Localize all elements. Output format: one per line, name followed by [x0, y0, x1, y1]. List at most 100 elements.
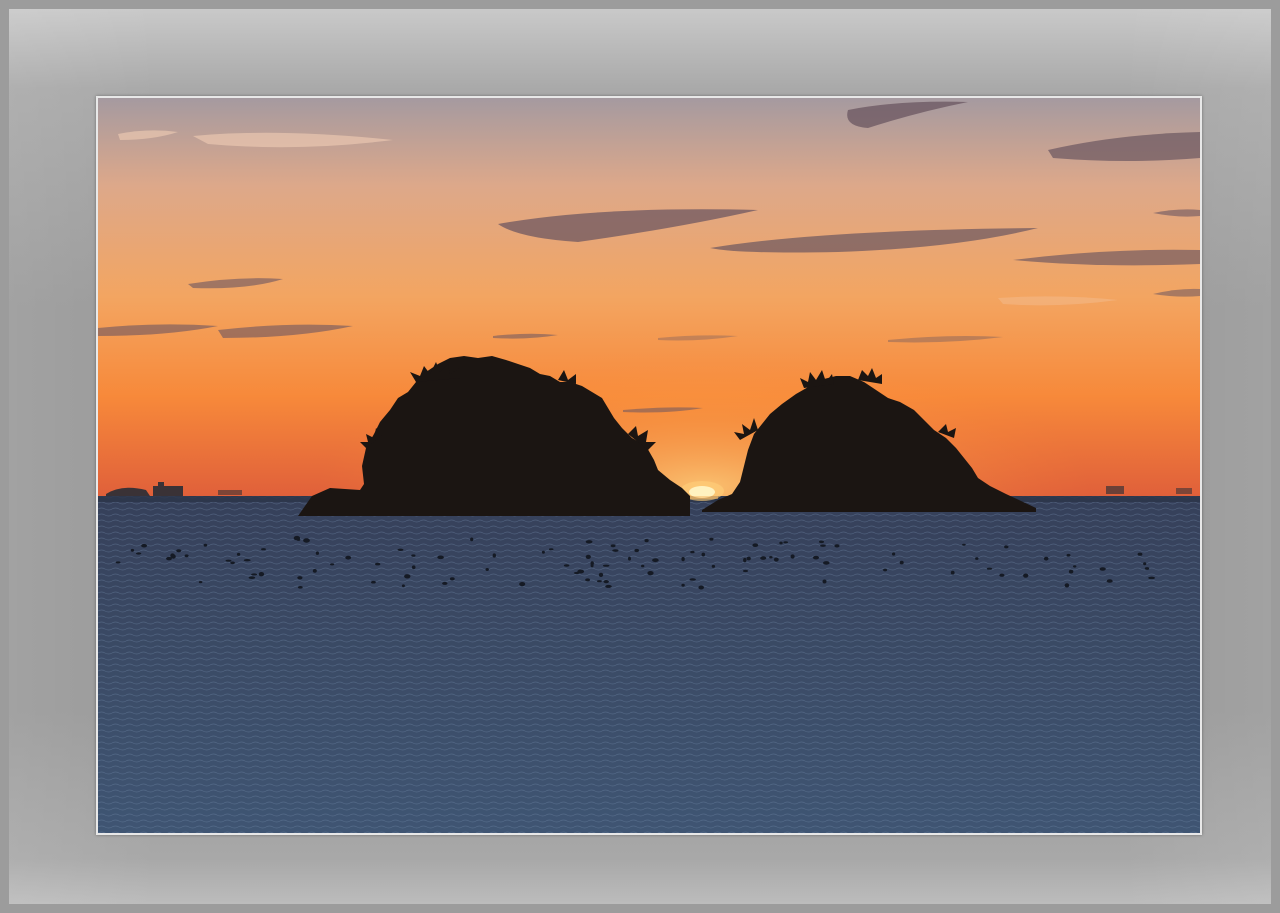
- buoy: [293, 535, 301, 541]
- buoy: [585, 540, 593, 544]
- buoy: [628, 556, 631, 561]
- buoy: [1137, 552, 1143, 556]
- buoy: [603, 580, 609, 584]
- buoy: [743, 557, 747, 563]
- buoy: [230, 561, 235, 565]
- buoy: [605, 584, 612, 588]
- buoy: [135, 552, 142, 555]
- buoy: [258, 572, 265, 577]
- buoy: [597, 580, 602, 583]
- buoy: [823, 561, 830, 565]
- buoy: [251, 573, 258, 576]
- sea: [98, 496, 1200, 833]
- buoy: [203, 543, 208, 547]
- buoy: [883, 568, 888, 572]
- buoy: [711, 564, 716, 568]
- sunset-photo: [98, 98, 1200, 833]
- buoy: [585, 578, 590, 582]
- buoy: [1106, 579, 1113, 583]
- buoy: [248, 576, 256, 579]
- buoy: [492, 553, 496, 558]
- picture-frame: [0, 0, 1280, 913]
- buoy: [115, 561, 121, 564]
- buoy: [548, 548, 554, 551]
- buoy: [590, 563, 594, 568]
- buoy: [585, 554, 591, 559]
- buoy: [610, 544, 616, 548]
- buoy: [141, 543, 147, 548]
- buoy: [689, 578, 696, 581]
- buoy: [225, 559, 232, 562]
- buoy: [411, 565, 416, 570]
- buoy: [779, 541, 783, 545]
- buoy: [698, 585, 704, 590]
- buoy: [1148, 576, 1155, 580]
- buoy: [752, 543, 759, 547]
- buoy: [176, 549, 182, 553]
- buoy: [470, 537, 474, 542]
- photo-mat: [96, 96, 1202, 835]
- buoy: [892, 552, 896, 556]
- buoy: [769, 556, 773, 559]
- buoy: [312, 569, 317, 573]
- buoy: [709, 537, 714, 541]
- buoy: [485, 568, 489, 571]
- buoy: [130, 548, 135, 552]
- buoy: [681, 557, 685, 562]
- buoy: [813, 555, 819, 560]
- buoy: [644, 539, 649, 543]
- buoy: [303, 538, 310, 543]
- buoy: [652, 558, 659, 563]
- buoy: [899, 560, 904, 565]
- buoy: [975, 557, 979, 560]
- buoy: [783, 541, 788, 544]
- buoy: [1144, 567, 1150, 570]
- buoy: [437, 555, 444, 560]
- buoy: [236, 552, 241, 556]
- buoy: [573, 571, 580, 575]
- buoy: [261, 548, 266, 551]
- buoy: [760, 556, 767, 560]
- buoy: [962, 543, 966, 546]
- buoy: [1143, 562, 1147, 566]
- buoy: [449, 577, 455, 581]
- buoy: [690, 550, 695, 554]
- buoy: [834, 544, 840, 548]
- buoy: [375, 562, 381, 566]
- buoy: [822, 579, 827, 584]
- buoy: [746, 556, 751, 561]
- buoy: [820, 544, 826, 547]
- buoy: [541, 550, 545, 554]
- buoy: [1099, 567, 1106, 571]
- buoy: [170, 553, 175, 558]
- buoy: [345, 555, 352, 560]
- buoy: [563, 564, 570, 567]
- buoy: [681, 583, 685, 587]
- buoy: [773, 557, 779, 562]
- buoy: [397, 548, 404, 551]
- buoy: [411, 554, 416, 557]
- buoy: [1073, 565, 1077, 568]
- buoy: [198, 581, 203, 584]
- buoy: [1066, 553, 1071, 557]
- buoy: [371, 580, 376, 584]
- buoy: [602, 564, 610, 567]
- buoy: [166, 556, 172, 561]
- buoy: [819, 540, 824, 544]
- buoy: [641, 564, 645, 568]
- buoy: [1023, 573, 1029, 578]
- buoy: [1064, 583, 1070, 588]
- buoy: [598, 572, 604, 577]
- buoy: [404, 574, 411, 579]
- buoy: [442, 581, 448, 585]
- buoy: [743, 569, 748, 573]
- buoy: [184, 554, 189, 558]
- buoy: [297, 586, 303, 589]
- buoy: [297, 576, 303, 580]
- buoy: [1043, 556, 1049, 561]
- buoy: [790, 554, 795, 559]
- buoy: [1004, 545, 1009, 549]
- buoy: [330, 563, 335, 566]
- buoy: [701, 552, 706, 557]
- buoy: [950, 570, 955, 575]
